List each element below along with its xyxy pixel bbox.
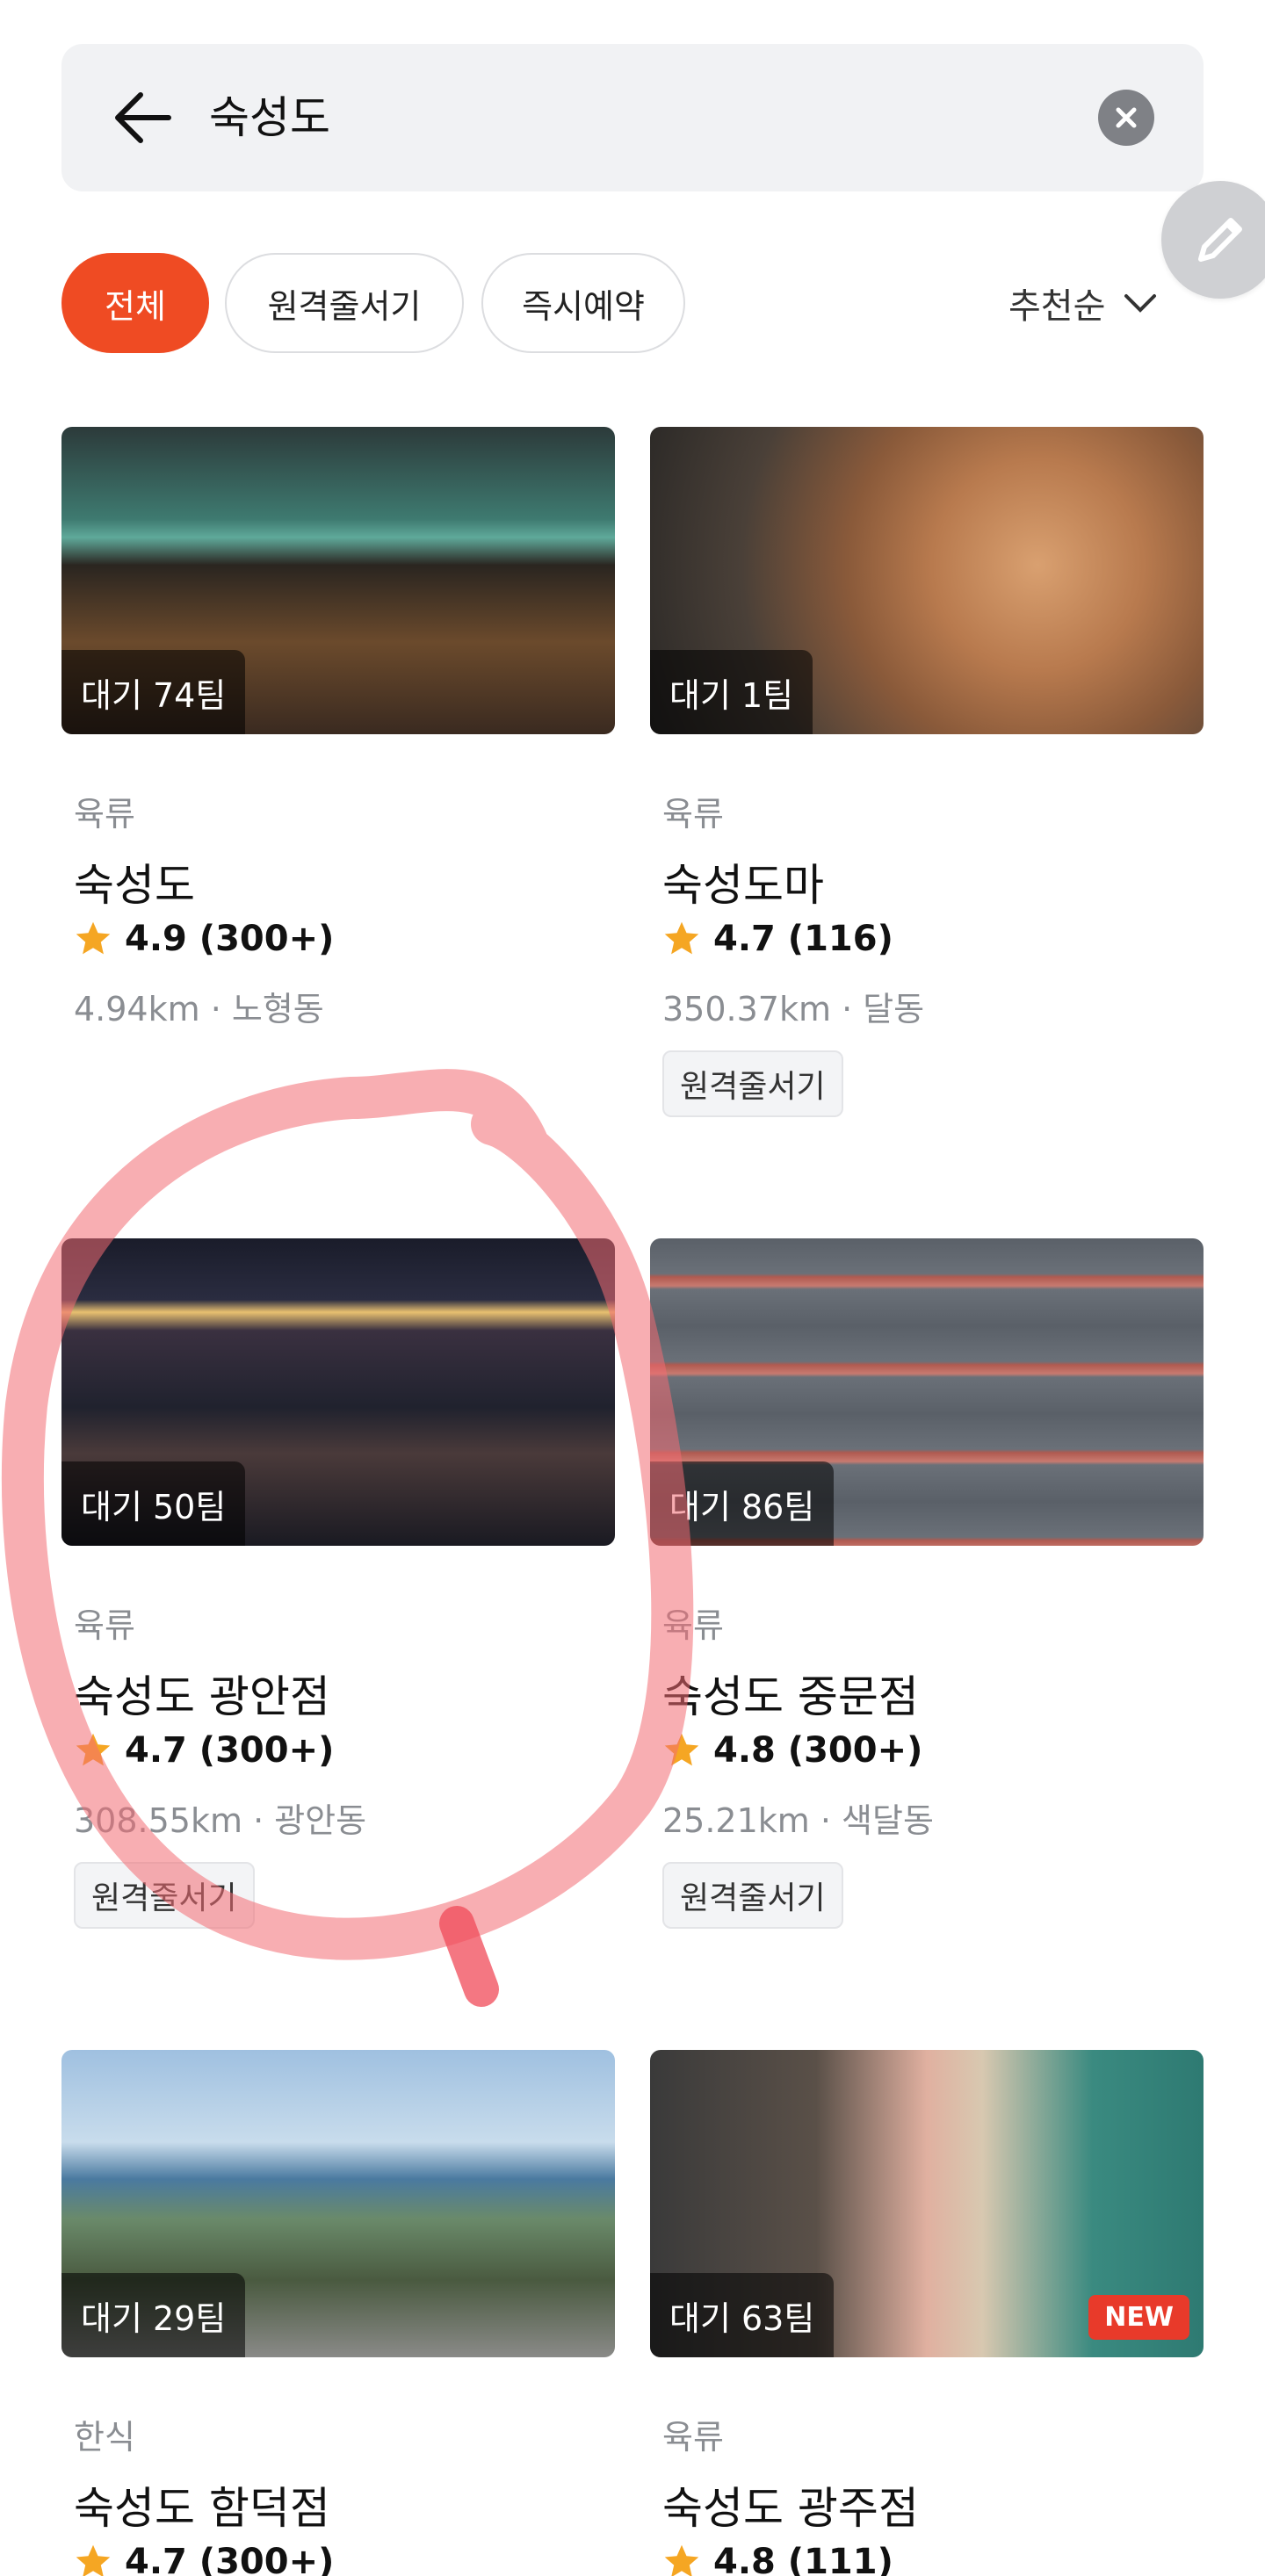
search-input[interactable]: 숙성도 (209, 86, 330, 149)
restaurant-photo: 대기 63팀 NEW (650, 2050, 1204, 2357)
restaurant-photo: 대기 1팀 (650, 427, 1204, 734)
rating-value: 4.8 (111) (713, 2542, 893, 2576)
distance-location: 308.55km · 광안동 (74, 1801, 367, 1840)
rating-value: 4.9 (300+) (125, 919, 335, 959)
wait-count-badge: 대기 86팀 (650, 1461, 835, 1546)
rating: 4.8 (300+) (662, 1730, 922, 1771)
pencil-icon[interactable] (1161, 181, 1265, 299)
category-label: 육류 (74, 1606, 135, 1645)
remote-queue-tag: 원격줄서기 (662, 1862, 843, 1929)
remote-queue-tag: 원격줄서기 (74, 1862, 255, 1929)
search-bar: 숙성도 (61, 44, 1204, 191)
filter-chip-all[interactable]: 전체 (61, 253, 209, 353)
new-badge: NEW (1088, 2295, 1189, 2340)
distance-location: 4.94km · 노형동 (74, 990, 324, 1028)
restaurant-name: 숙성도 광주점 (662, 2483, 919, 2534)
wait-count-badge: 대기 50팀 (61, 1461, 246, 1546)
result-card[interactable]: 대기 86팀 육류 숙성도 중문점 4.8 (300+) 25.21km · 색… (650, 1238, 1204, 2029)
back-arrow-icon[interactable] (111, 88, 174, 148)
star-icon (76, 1733, 111, 1766)
result-card[interactable]: 대기 74팀 육류 숙성도 4.9 (300+) 4.94km · 노형동 (61, 427, 615, 1217)
rating: 4.7 (300+) (74, 2542, 334, 2576)
category-label: 육류 (662, 2418, 724, 2457)
category-label: 육류 (662, 1606, 724, 1645)
restaurant-name: 숙성도 중문점 (662, 1671, 919, 1722)
category-label: 육류 (662, 795, 724, 833)
rating-value: 4.7 (116) (713, 919, 893, 959)
rating: 4.8 (111) (662, 2542, 893, 2576)
wait-count-badge: 대기 1팀 (650, 650, 813, 734)
sort-label: 추천순 (1008, 286, 1106, 327)
result-card[interactable]: 대기 1팀 육류 숙성도마 4.7 (116) 350.37km · 달동 원격… (650, 427, 1204, 1217)
clear-icon[interactable] (1098, 90, 1154, 146)
star-icon (76, 921, 111, 955)
star-icon (664, 2544, 699, 2576)
rating-value: 4.7 (300+) (125, 2542, 335, 2576)
rating-value: 4.8 (300+) (713, 1730, 923, 1771)
result-card[interactable]: 대기 50팀 육류 숙성도 광안점 4.7 (300+) 308.55km · … (61, 1238, 615, 2029)
rating-value: 4.7 (300+) (125, 1730, 335, 1771)
category-label: 한식 (74, 2418, 135, 2457)
filter-chip-instant-reservation[interactable]: 즉시예약 (481, 253, 685, 353)
result-card[interactable]: 대기 29팀 한식 숙성도 함덕점 4.7 (300+) (61, 2050, 615, 2576)
restaurant-name: 숙성도 (74, 860, 195, 911)
restaurant-photo: 대기 29팀 (61, 2050, 615, 2357)
category-label: 육류 (74, 795, 135, 833)
distance-location: 25.21km · 색달동 (662, 1801, 934, 1840)
restaurant-name: 숙성도 함덕점 (74, 2483, 330, 2534)
rating: 4.7 (116) (662, 919, 893, 959)
sort-dropdown[interactable]: 추천순 (1008, 274, 1158, 332)
remote-queue-tag: 원격줄서기 (662, 1050, 843, 1117)
restaurant-photo: 대기 86팀 (650, 1238, 1204, 1546)
star-icon (664, 921, 699, 955)
restaurant-photo: 대기 74팀 (61, 427, 615, 734)
distance-location: 350.37km · 달동 (662, 990, 925, 1028)
restaurant-photo: 대기 50팀 (61, 1238, 615, 1546)
rating: 4.7 (300+) (74, 1730, 334, 1771)
star-icon (76, 2544, 111, 2576)
restaurant-name: 숙성도마 (662, 860, 824, 911)
chevron-down-icon (1124, 294, 1157, 313)
star-icon (664, 1733, 699, 1766)
filter-chip-remote-queue[interactable]: 원격줄서기 (225, 253, 464, 353)
restaurant-name: 숙성도 광안점 (74, 1671, 330, 1722)
result-card[interactable]: 대기 63팀 NEW 육류 숙성도 광주점 4.8 (111) (650, 2050, 1204, 2576)
wait-count-badge: 대기 74팀 (61, 650, 246, 734)
wait-count-badge: 대기 63팀 (650, 2273, 835, 2357)
wait-count-badge: 대기 29팀 (61, 2273, 246, 2357)
rating: 4.9 (300+) (74, 919, 334, 959)
